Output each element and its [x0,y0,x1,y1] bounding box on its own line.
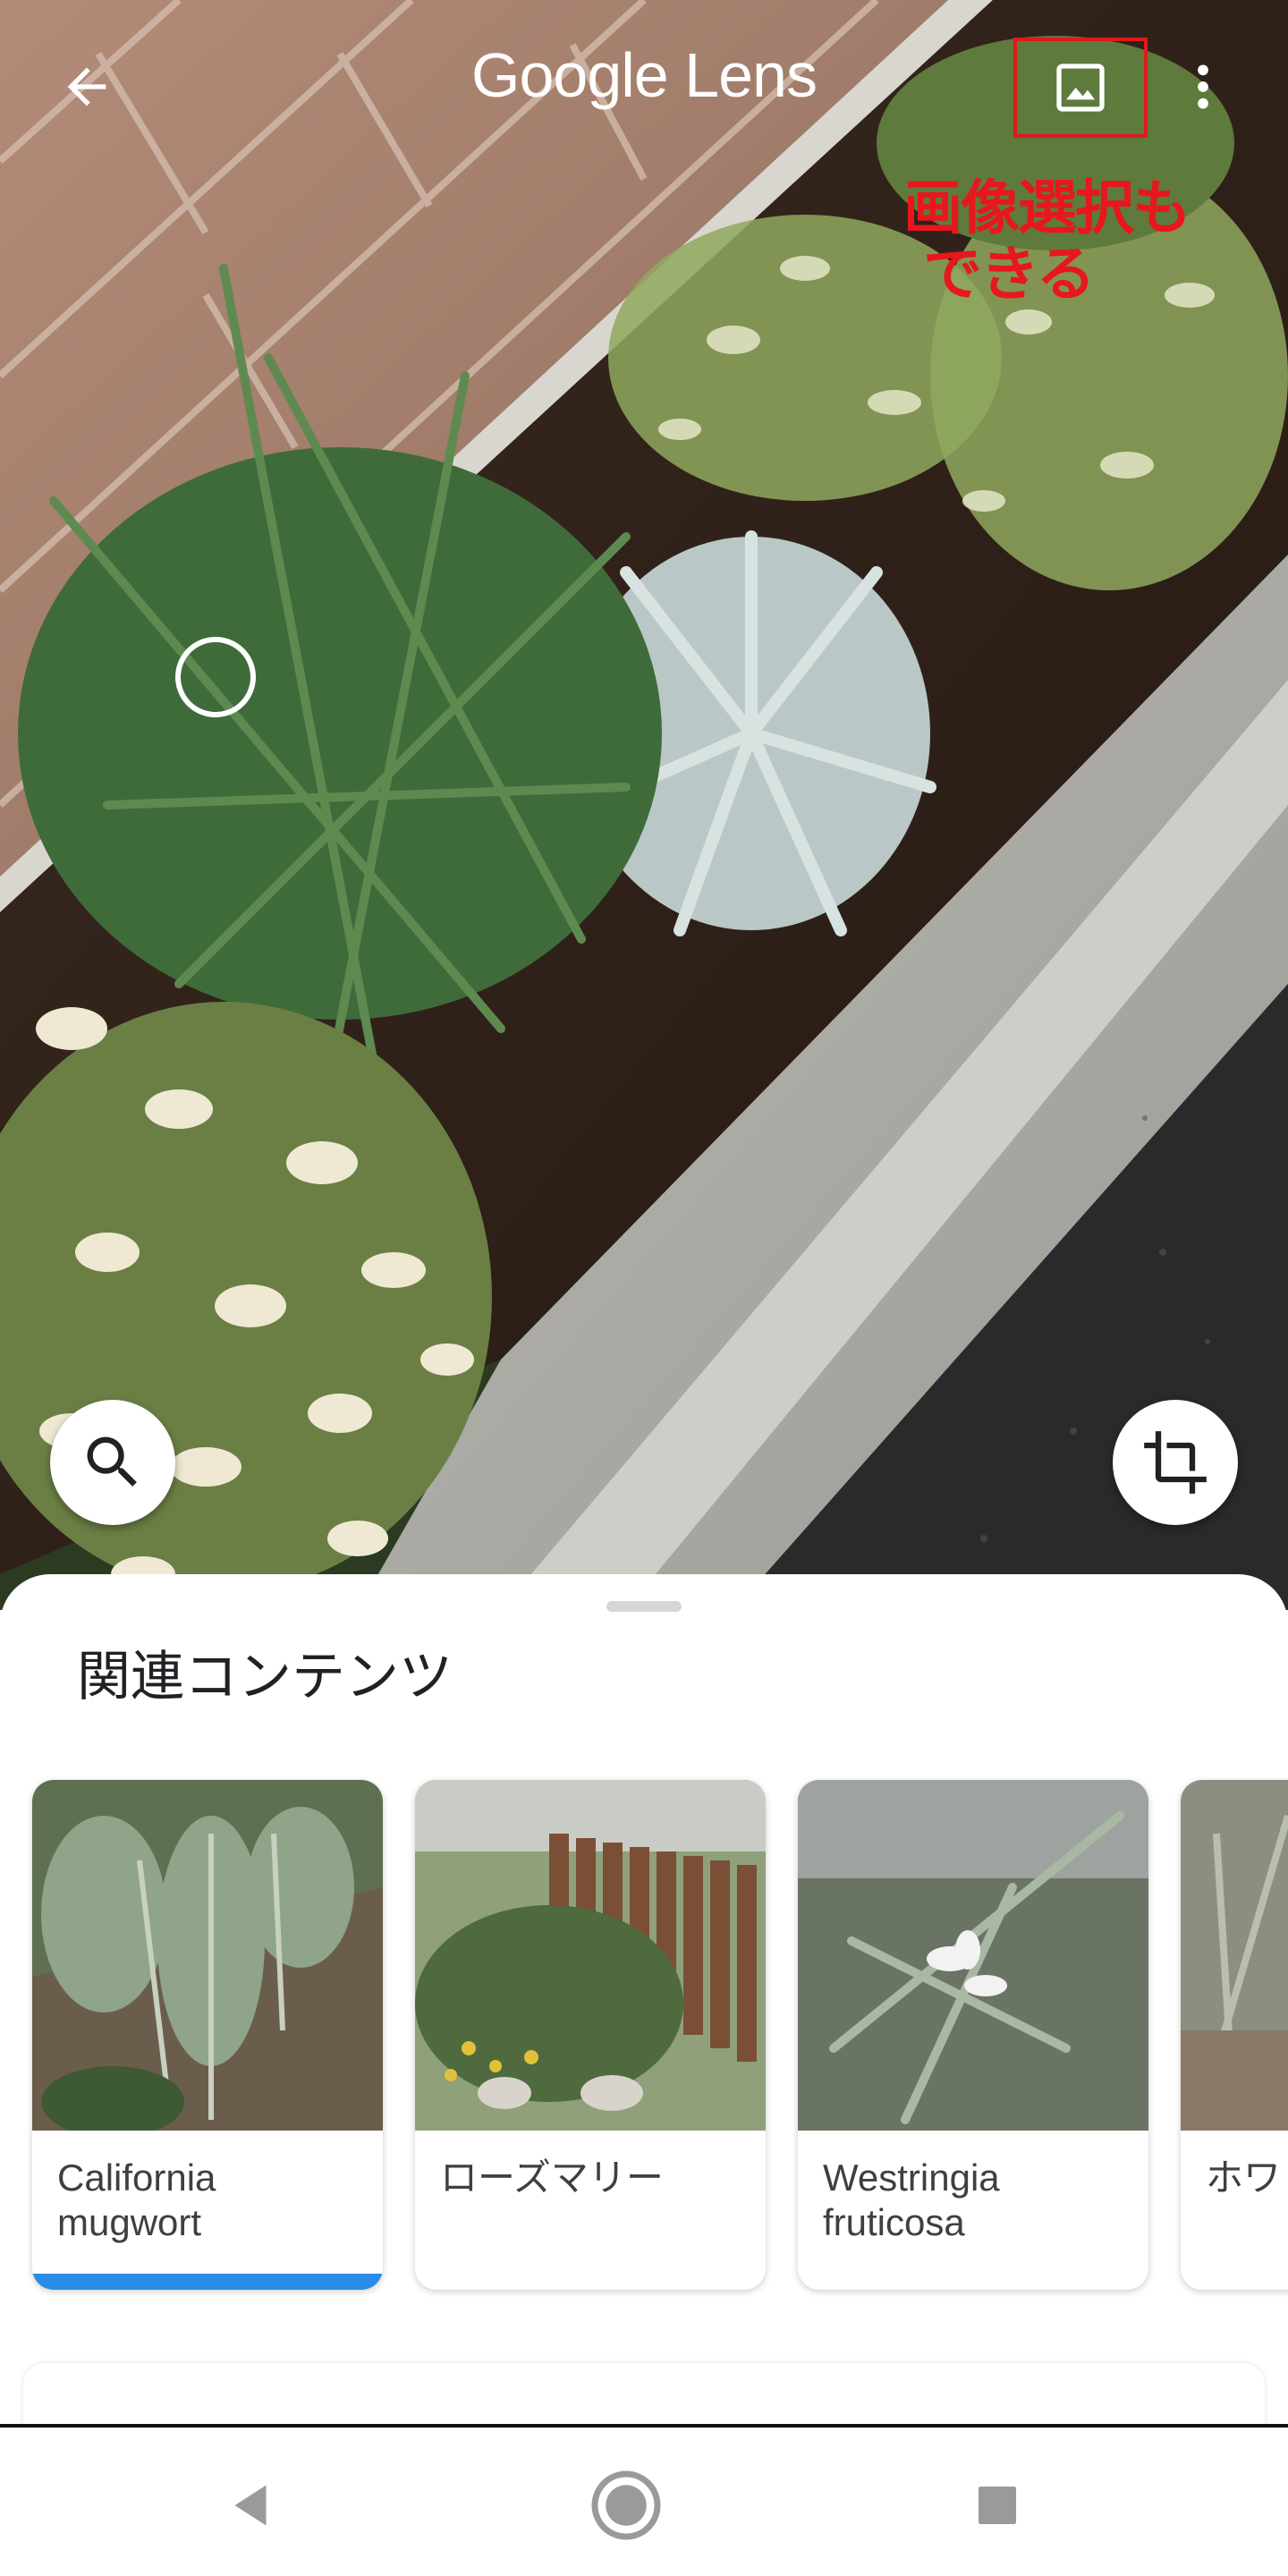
results-bottom-sheet[interactable]: 関連コンテンツ California mugwort ローズマリー Westri… [0,1574,1288,2424]
search-button[interactable] [50,1400,175,1525]
result-cards-carousel[interactable]: California mugwort ローズマリー Westringia fru… [32,1780,1288,2290]
nav-back-button[interactable] [210,2465,291,2546]
card-label: ホワ [1206,2157,1282,2199]
result-thumbnail [1181,1780,1288,2134]
nav-recent-icon [979,2487,1016,2524]
annotation-line-1: 画像選択も [903,174,1191,242]
result-card[interactable]: ローズマリー [415,1780,766,2290]
annotation-line-2: できる [923,240,1096,309]
related-section-card[interactable] [23,2363,1265,2424]
result-thumbnail [32,1780,383,2138]
more-vert-icon [1198,64,1208,109]
nav-home-icon [591,2470,661,2540]
selected-indicator [32,2274,383,2290]
nav-back-icon [234,2485,267,2526]
nav-recent-button[interactable] [957,2465,1038,2546]
top-app-bar: Google Lens [0,0,1288,179]
sheet-title: 関連コンテンツ [77,1646,453,1708]
annotation-note: 画像選択も できる [903,175,1279,308]
system-nav-bar [0,2424,1288,2576]
sheet-drag-handle[interactable] [606,1601,682,1612]
image-gallery-button[interactable] [1013,38,1148,138]
card-label: Westringia fruticosa [823,2157,1000,2243]
result-thumbnail [415,1780,766,2134]
card-label: ローズマリー [440,2157,664,2199]
result-card[interactable]: ホワ [1181,1780,1288,2290]
result-card[interactable]: Westringia fruticosa [798,1780,1148,2290]
card-label: California mugwort [57,2157,216,2243]
more-options-button[interactable] [1163,47,1243,127]
crop-icon [1144,1431,1207,1494]
image-gallery-icon [1056,64,1105,112]
focus-point-ring [175,637,256,717]
result-thumbnail [798,1780,1148,2134]
nav-home-button[interactable] [586,2465,666,2546]
result-card[interactable]: California mugwort [32,1780,383,2290]
search-icon [87,1436,137,1487]
crop-button[interactable] [1113,1400,1238,1525]
